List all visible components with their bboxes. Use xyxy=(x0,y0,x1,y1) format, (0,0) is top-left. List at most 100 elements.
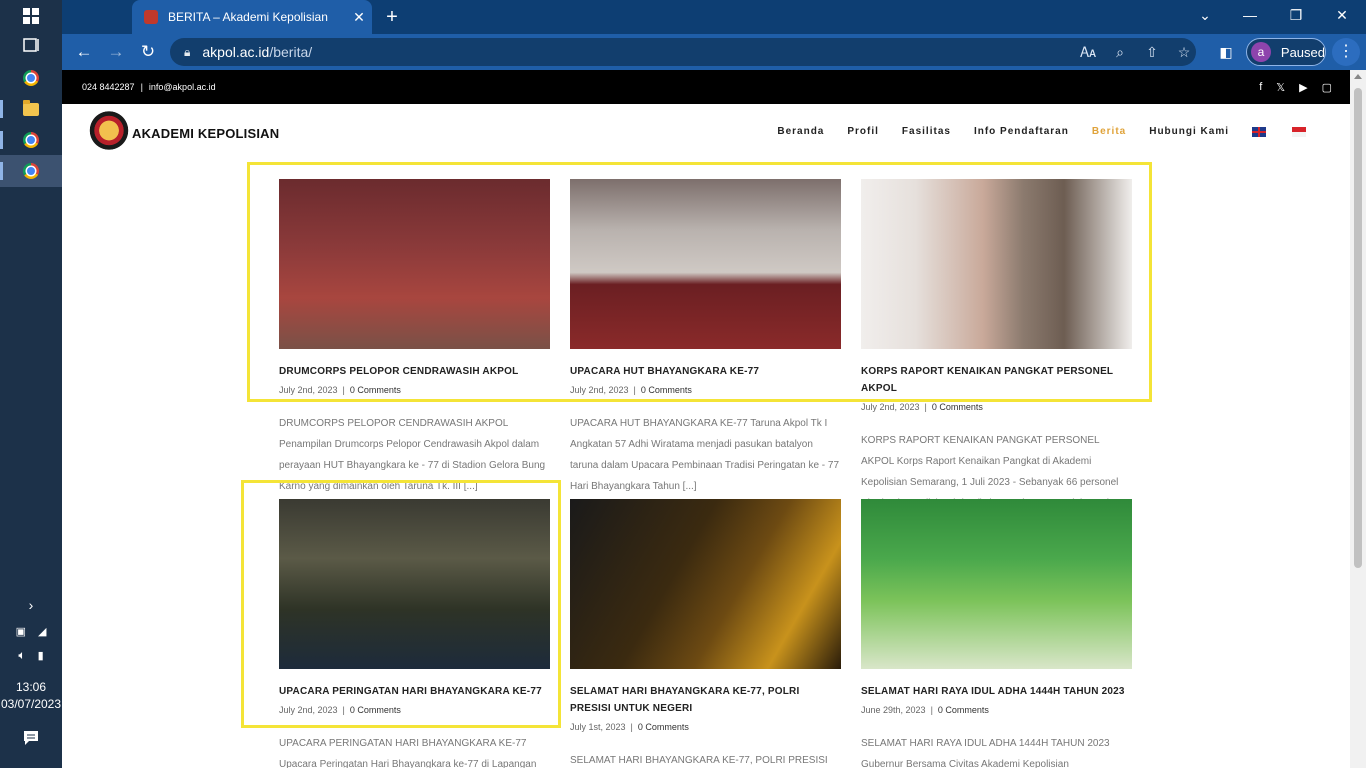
address-bar[interactable]: 🔒︎ akpol.ac.id/berita/ 🗛︎ ⌕ ⇧ ☆ xyxy=(170,38,1196,66)
web-page: 024 8442287 | info@akpol.ac.id f 𝕏︎ ▶︎ ▢… xyxy=(62,70,1350,768)
post-title[interactable]: SELAMAT HARI BHAYANGKARA KE-77, POLRI PR… xyxy=(570,683,841,717)
clock-time[interactable]: 13:06 xyxy=(0,680,62,694)
post-date: June 29th, 2023 xyxy=(861,705,926,715)
back-arrow-icon: ← xyxy=(75,42,93,61)
taskbar-chrome-1[interactable] xyxy=(0,62,62,94)
twitter-icon[interactable]: 𝕏︎ xyxy=(1276,81,1285,94)
post-thumbnail-idul-adha[interactable] xyxy=(861,499,1132,669)
restore-icon: ❐ xyxy=(1289,6,1303,23)
highlight-box-row xyxy=(247,162,1152,402)
notifications-button[interactable] xyxy=(0,722,62,754)
nav-info-pendaftaran[interactable]: Info Pendaftaran xyxy=(974,126,1069,137)
restore-button[interactable]: ❐ xyxy=(1273,0,1319,30)
taskbar-chrome-2[interactable] xyxy=(0,124,62,156)
start-button[interactable] xyxy=(0,0,62,32)
chevron-right-icon: › xyxy=(28,597,34,613)
nav-profil[interactable]: Profil xyxy=(847,126,879,137)
wifi-icon: ◢ xyxy=(37,625,47,638)
minimize-icon: — xyxy=(1243,7,1257,23)
browser-tab-active[interactable]: BERITA – Akademi Kepolisian ✕ xyxy=(132,0,372,34)
phone-number[interactable]: 024 8442287 xyxy=(82,82,135,92)
post-comments-link[interactable]: 0 Comments xyxy=(938,705,989,715)
post-date: July 2nd, 2023 xyxy=(861,402,920,412)
scroll-up-icon[interactable] xyxy=(1354,74,1362,79)
post-comments-link[interactable]: 0 Comments xyxy=(932,402,983,412)
browser-toolbar: ← → ↻ 🔒︎ akpol.ac.id/berita/ 🗛︎ ⌕ ⇧ ☆ ◧ … xyxy=(62,34,1366,70)
post-thumbnail-hari-bhayangkara[interactable] xyxy=(570,499,841,669)
battery-icon: ▮ xyxy=(37,649,44,662)
indonesia-flag-icon[interactable] xyxy=(1292,126,1306,137)
highlight-box-card xyxy=(241,480,561,728)
bookmark-star-icon[interactable]: ☆ xyxy=(1170,38,1198,66)
task-view-icon xyxy=(23,38,39,52)
task-view-button[interactable] xyxy=(0,29,62,61)
reload-icon: ↻ xyxy=(140,42,156,61)
post-title[interactable]: SELAMAT HARI RAYA IDUL ADHA 1444H TAHUN … xyxy=(861,683,1132,700)
akpol-emblem-icon xyxy=(88,108,130,158)
avatar: a xyxy=(1251,42,1271,62)
close-icon: ✕ xyxy=(1336,6,1348,23)
tray-icons-row-2[interactable]: 🔈︎ ▮ xyxy=(0,640,62,670)
notification-icon xyxy=(24,731,38,745)
nav-hubungi-kami[interactable]: Hubungi Kami xyxy=(1149,126,1229,137)
email-link[interactable]: info@akpol.ac.id xyxy=(149,82,216,92)
post-meta: July 2nd, 2023 | 0 Comments xyxy=(861,402,983,412)
nav-fasilitas[interactable]: Fasilitas xyxy=(902,126,951,137)
side-panel-button[interactable]: ◧ xyxy=(1214,41,1238,63)
scrollbar-thumb[interactable] xyxy=(1354,88,1362,568)
taskbar-chrome-3[interactable] xyxy=(0,155,62,187)
facebook-icon[interactable]: f xyxy=(1259,81,1262,94)
windows-taskbar: › ▣ ◢ 🔈︎ ▮ 13:06 03/07/2023 xyxy=(0,0,62,768)
folder-icon xyxy=(23,99,39,116)
post-excerpt: SELAMAT HARI RAYA IDUL ADHA 1444H TAHUN … xyxy=(861,738,1110,768)
main-menu: Beranda Profil Fasilitas Info Pendaftara… xyxy=(754,126,1350,137)
back-button[interactable]: ← xyxy=(72,41,96,63)
post-date: July 1st, 2023 xyxy=(570,722,626,732)
instagram-icon[interactable]: ▢ xyxy=(1322,81,1332,94)
windows-logo-icon xyxy=(23,8,39,24)
page-scrollbar[interactable] xyxy=(1350,70,1366,768)
forward-button[interactable]: → xyxy=(104,41,128,63)
site-favicon xyxy=(144,10,158,24)
lock-icon: 🔒︎ xyxy=(184,44,191,59)
share-icon[interactable]: ⇧ xyxy=(1138,38,1166,66)
close-tab-icon[interactable]: ✕ xyxy=(346,9,372,26)
chrome-icon xyxy=(23,132,39,148)
site-topbar: 024 8442287 | info@akpol.ac.id f 𝕏︎ ▶︎ ▢ xyxy=(62,70,1350,104)
logo-text: AKADEMI KEPOLISIAN xyxy=(132,125,280,141)
profile-button[interactable]: a Paused xyxy=(1246,38,1326,66)
device-icon: ▣ xyxy=(15,625,26,638)
post-comments-link[interactable]: 0 Comments xyxy=(638,722,689,732)
youtube-icon[interactable]: ▶︎ xyxy=(1299,81,1307,94)
post-card: SELAMAT HARI BHAYANGKARA KE-77, POLRI PR… xyxy=(570,499,841,768)
zoom-icon[interactable]: ⌕ xyxy=(1106,38,1134,66)
chevron-down-icon: ⌄ xyxy=(1199,6,1211,23)
nav-beranda[interactable]: Beranda xyxy=(777,126,824,137)
browser-menu-button[interactable]: ⋮ xyxy=(1332,38,1360,66)
social-links: f 𝕏︎ ▶︎ ▢ xyxy=(1259,81,1332,94)
post-excerpt: SELAMAT HARI BHAYANGKARA KE-77, POLRI PR… xyxy=(570,755,828,766)
post-excerpt: UPACARA HUT BHAYANGKARA KE-77 Taruna Akp… xyxy=(570,418,840,492)
tab-search-button[interactable]: ⌄ xyxy=(1182,0,1228,30)
clock-date[interactable]: 03/07/2023 xyxy=(0,697,62,711)
post-meta: July 1st, 2023 | 0 Comments xyxy=(570,722,689,732)
translate-icon[interactable]: 🗛︎ xyxy=(1074,38,1102,66)
new-tab-button[interactable]: + xyxy=(380,6,404,28)
post-card: SELAMAT HARI RAYA IDUL ADHA 1444H TAHUN … xyxy=(861,499,1132,768)
english-flag-icon[interactable] xyxy=(1252,126,1266,137)
more-vertical-icon: ⋮ xyxy=(1338,43,1354,60)
forward-arrow-icon: → xyxy=(107,42,125,61)
nav-berita[interactable]: Berita xyxy=(1092,126,1126,137)
tab-title: BERITA – Akademi Kepolisian xyxy=(168,10,328,24)
site-logo[interactable]: AKADEMI KEPOLISIAN xyxy=(88,108,279,158)
minimize-button[interactable]: — xyxy=(1227,0,1273,30)
url-path: /berita/ xyxy=(269,44,313,60)
post-excerpt: UPACARA PERINGATAN HARI BHAYANGKARA KE-7… xyxy=(279,738,537,768)
site-header: AKADEMI KEPOLISIAN Beranda Profil Fasili… xyxy=(62,104,1350,164)
chrome-icon xyxy=(23,163,39,179)
post-meta: June 29th, 2023 | 0 Comments xyxy=(861,705,989,715)
close-window-button[interactable]: ✕ xyxy=(1319,0,1365,30)
browser-tabstrip: BERITA – Akademi Kepolisian ✕ + ⌄ — ❐ ✕ xyxy=(62,0,1366,34)
taskbar-file-explorer[interactable] xyxy=(0,93,62,125)
reload-button[interactable]: ↻ xyxy=(136,41,160,63)
